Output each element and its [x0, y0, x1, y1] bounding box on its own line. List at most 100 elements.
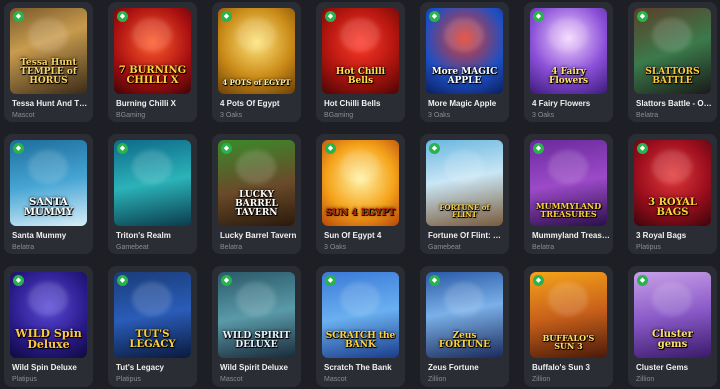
art-glow	[340, 150, 380, 184]
game-title[interactable]: Mummyland Treasu...	[532, 231, 610, 240]
game-provider: Belatra	[636, 112, 659, 119]
game-thumbnail[interactable]: MUMMYLAND TREASURES ◆	[530, 140, 607, 226]
game-title[interactable]: 3 Royal Bags	[636, 231, 714, 240]
game-thumbnail[interactable]: Hot Chilli Bells ◆	[322, 8, 399, 94]
game-logo-text: More MAGIC APPLE	[431, 67, 498, 86]
game-provider: 3 Oaks	[324, 244, 347, 251]
art-glow	[548, 282, 588, 316]
art-glow	[652, 282, 692, 316]
game-title[interactable]: Wild Spin Deluxe	[12, 363, 90, 372]
game-card[interactable]: Zeus FORTUNE ◆ Zeus Fortune Zillion	[420, 266, 509, 387]
diamond-icon: ◆	[429, 275, 440, 286]
art-glow	[132, 18, 172, 52]
game-logo-text: MUMMYLAND TREASURES	[535, 201, 602, 219]
game-card[interactable]: WILD Spin Deluxe ◆ Wild Spin Deluxe Platipu…	[4, 266, 93, 387]
game-card[interactable]: LUCKY BARREL TAVERN ◆ Lucky Barrel Tavern B…	[212, 134, 301, 254]
game-thumbnail[interactable]: 3 ROYAL BAGS ◆	[634, 140, 711, 226]
diamond-icon: ◆	[117, 11, 128, 22]
game-provider: 3 Oaks	[532, 112, 555, 119]
game-card[interactable]: SCRATCH the BANK ◆ Scratch The Bank Mascot	[316, 266, 405, 387]
game-card[interactable]: FORTUNE of FLINT ◆ Fortune Of Flint: Ba...…	[420, 134, 509, 254]
game-title[interactable]: Scratch The Bank	[324, 363, 402, 372]
game-provider: BGaming	[324, 112, 354, 119]
game-title[interactable]: Slattors Battle - Orc...	[636, 99, 714, 108]
game-title[interactable]: Tessa Hunt And The...	[12, 99, 90, 108]
diamond-icon: ◆	[221, 275, 232, 286]
game-title[interactable]: Burning Chilli X	[116, 99, 194, 108]
game-title[interactable]: Cluster Gems	[636, 363, 714, 372]
diamond-icon: ◆	[429, 11, 440, 22]
game-thumbnail[interactable]: FORTUNE of FLINT ◆	[426, 140, 503, 226]
game-card[interactable]: BUFFALO'S SUN 3 ◆ Buffalo's Sun 3 Zillion	[524, 266, 613, 387]
game-provider: 3 Oaks	[428, 112, 451, 119]
game-logo-text: Tessa Hunt TEMPLE of HORUS	[20, 58, 77, 86]
game-title[interactable]: Buffalo's Sun 3	[532, 363, 610, 372]
game-title[interactable]: Lucky Barrel Tavern	[220, 231, 298, 240]
diamond-icon: ◆	[325, 275, 336, 286]
game-card[interactable]: MUMMYLAND TREASURES ◆ Mummyland Treasu... B…	[524, 134, 613, 254]
game-thumbnail[interactable]: 7 BURNING CHILLI X ◆	[114, 8, 191, 94]
game-thumbnail[interactable]: WILD Spin Deluxe ◆	[10, 272, 87, 358]
game-thumbnail[interactable]: ◆	[114, 140, 191, 226]
game-thumbnail[interactable]: LUCKY BARREL TAVERN ◆	[218, 140, 295, 226]
game-card[interactable]: Cluster gems ◆ Cluster Gems Zillion	[628, 266, 717, 387]
game-logo-text: 4 Fairy Flowers	[548, 67, 589, 86]
game-thumbnail[interactable]: Tessa Hunt TEMPLE of HORUS ◆	[10, 8, 87, 94]
art-glow	[340, 18, 380, 52]
art-glow	[236, 18, 276, 52]
game-logo-text: WILD Spin Deluxe	[15, 327, 82, 351]
art-glow	[28, 18, 68, 52]
game-card[interactable]: Hot Chilli Bells ◆ Hot Chilli Bells BGaming	[316, 2, 405, 122]
game-card[interactable]: 3 ROYAL BAGS ◆ 3 Royal Bags Platipus	[628, 134, 717, 254]
game-title[interactable]: Wild Spirit Deluxe	[220, 363, 298, 372]
game-title[interactable]: 4 Pots Of Egypt	[220, 99, 298, 108]
game-thumbnail[interactable]: 4 POTS of EGYPT ◆	[218, 8, 295, 94]
game-thumbnail[interactable]: Zeus FORTUNE ◆	[426, 272, 503, 358]
game-thumbnail[interactable]: Cluster gems ◆	[634, 272, 711, 358]
game-thumbnail[interactable]: 4 Fairy Flowers ◆	[530, 8, 607, 94]
game-title[interactable]: 4 Fairy Flowers	[532, 99, 610, 108]
game-thumbnail[interactable]: TUT'S LEGACY ◆	[114, 272, 191, 358]
game-provider: Belatra	[532, 244, 555, 251]
game-thumbnail[interactable]: SLATTORS BATTLE ◆	[634, 8, 711, 94]
game-thumbnail[interactable]: SANTA MUMMY ◆	[10, 140, 87, 226]
game-logo-text: LUCKY BARREL TAVERN	[235, 190, 278, 218]
game-card[interactable]: Tessa Hunt TEMPLE of HORUS ◆ Tessa Hunt An…	[4, 2, 93, 122]
game-title[interactable]: Fortune Of Flint: Ba...	[428, 231, 506, 240]
game-title[interactable]: Zeus Fortune	[428, 363, 506, 372]
game-title[interactable]: Triton's Realm	[116, 231, 194, 240]
game-thumbnail[interactable]: SCRATCH the BANK ◆	[322, 272, 399, 358]
game-provider: Belatra	[220, 244, 243, 251]
game-thumbnail[interactable]: SUN 4 EGYPT ◆	[322, 140, 399, 226]
diamond-icon: ◆	[221, 143, 232, 154]
game-provider: Platipus	[636, 244, 661, 251]
art-glow	[548, 18, 588, 52]
game-thumbnail[interactable]: WILD SPIRIT DELUXE ◆	[218, 272, 295, 358]
game-title[interactable]: Sun Of Egypt 4	[324, 231, 402, 240]
game-card[interactable]: More MAGIC APPLE ◆ More Magic Apple 3 Oaks	[420, 2, 509, 122]
game-card[interactable]: SLATTORS BATTLE ◆ Slattors Battle - Orc...…	[628, 2, 717, 122]
game-title[interactable]: Hot Chilli Bells	[324, 99, 402, 108]
game-card[interactable]: 4 Fairy Flowers ◆ 4 Fairy Flowers 3 Oaks	[524, 2, 613, 122]
diamond-icon: ◆	[637, 11, 648, 22]
game-logo-text: SCRATCH the BANK	[325, 331, 396, 350]
game-title[interactable]: Santa Mummy	[12, 231, 90, 240]
diamond-icon: ◆	[221, 11, 232, 22]
game-provider: Platipus	[12, 376, 37, 383]
game-title[interactable]: Tut's Legacy	[116, 363, 194, 372]
art-glow	[236, 282, 276, 316]
game-card[interactable]: SUN 4 EGYPT ◆ Sun Of Egypt 4 3 Oaks	[316, 134, 405, 254]
game-card[interactable]: 7 BURNING CHILLI X ◆ Burning Chilli X BGami…	[108, 2, 197, 122]
game-title[interactable]: More Magic Apple	[428, 99, 506, 108]
diamond-icon: ◆	[637, 275, 648, 286]
game-card[interactable]: 4 POTS of EGYPT ◆ 4 Pots Of Egypt 3 Oaks	[212, 2, 301, 122]
game-card[interactable]: TUT'S LEGACY ◆ Tut's Legacy Platipus	[108, 266, 197, 387]
game-card[interactable]: WILD SPIRIT DELUXE ◆ Wild Spirit Deluxe Mas…	[212, 266, 301, 387]
game-thumbnail[interactable]: More MAGIC APPLE ◆	[426, 8, 503, 94]
game-thumbnail[interactable]: BUFFALO'S SUN 3 ◆	[530, 272, 607, 358]
game-card[interactable]: SANTA MUMMY ◆ Santa Mummy Belatra	[4, 134, 93, 254]
diamond-icon: ◆	[325, 143, 336, 154]
game-logo-text: 4 POTS of EGYPT	[222, 78, 291, 87]
game-card[interactable]: ◆ Triton's Realm Gamebeat	[108, 134, 197, 254]
art-glow	[652, 18, 692, 52]
